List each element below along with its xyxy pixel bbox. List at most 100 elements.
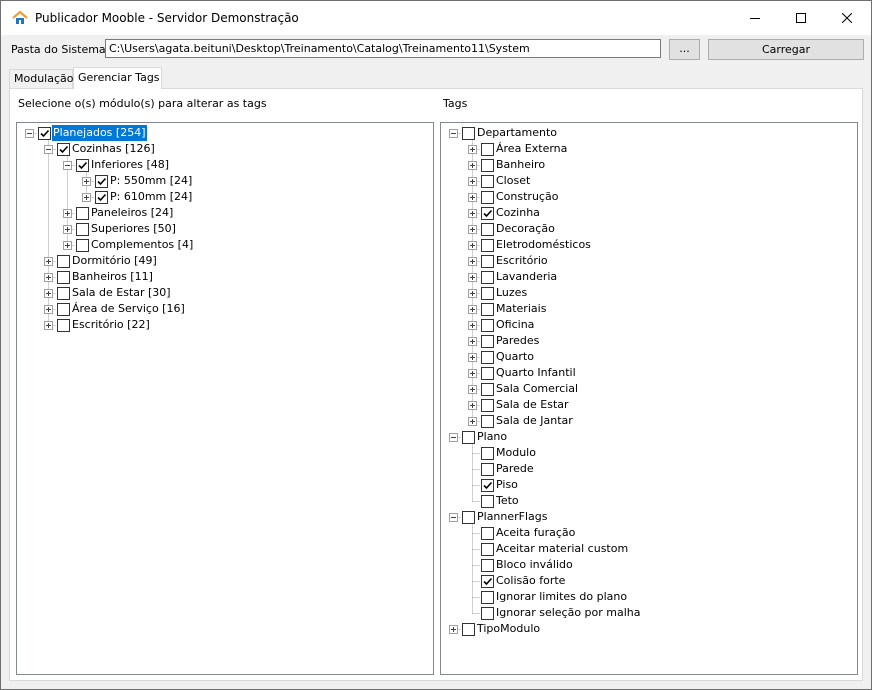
- tree-node-label[interactable]: Cozinhas [126]: [71, 141, 156, 157]
- checkbox[interactable]: [481, 543, 494, 556]
- tag-node-ignorar-limites-do-plano[interactable]: Ignorar limites do plano: [441, 589, 857, 605]
- tag-node-eletrodomesticos[interactable]: Eletrodomésticos: [441, 237, 857, 253]
- tree-node-label[interactable]: Quarto: [495, 349, 535, 365]
- module-node-cozinhas-126[interactable]: Cozinhas [126]: [17, 141, 433, 157]
- module-node-paneleiros-24[interactable]: Paneleiros [24]: [17, 205, 433, 221]
- checkbox[interactable]: [481, 255, 494, 268]
- checkbox[interactable]: [481, 383, 494, 396]
- expand-icon[interactable]: [44, 257, 53, 266]
- tag-node-escritorio[interactable]: Escritório: [441, 253, 857, 269]
- checkbox[interactable]: [481, 271, 494, 284]
- tag-node-lavanderia[interactable]: Lavanderia: [441, 269, 857, 285]
- module-node-banheiros-11[interactable]: Banheiros [11]: [17, 269, 433, 285]
- expand-icon[interactable]: [63, 225, 72, 234]
- checkbox[interactable]: [481, 591, 494, 604]
- tree-node-label[interactable]: P: 550mm [24]: [109, 173, 193, 189]
- tree-node-label[interactable]: Dormitório [49]: [71, 253, 158, 269]
- checkbox[interactable]: [57, 287, 70, 300]
- checkbox[interactable]: [462, 127, 475, 140]
- tag-node-aceitar-material-custom[interactable]: Aceitar material custom: [441, 541, 857, 557]
- tree-node-label[interactable]: Modulo: [495, 445, 537, 461]
- checkbox[interactable]: [76, 223, 89, 236]
- checkbox[interactable]: [481, 559, 494, 572]
- tree-node-label[interactable]: Oficina: [495, 317, 535, 333]
- expand-icon[interactable]: [468, 369, 477, 378]
- load-button[interactable]: Carregar: [708, 39, 864, 60]
- checkbox[interactable]: [481, 335, 494, 348]
- checkbox[interactable]: [481, 463, 494, 476]
- collapse-icon[interactable]: [449, 433, 458, 442]
- expand-icon[interactable]: [468, 257, 477, 266]
- expand-icon[interactable]: [468, 177, 477, 186]
- expand-icon[interactable]: [468, 209, 477, 218]
- module-node-inferiores-48[interactable]: Inferiores [48]: [17, 157, 433, 173]
- tree-node-label[interactable]: Sala de Estar [30]: [71, 285, 172, 301]
- tag-node-piso[interactable]: Piso: [441, 477, 857, 493]
- tag-node-cozinha[interactable]: Cozinha: [441, 205, 857, 221]
- expand-icon[interactable]: [82, 193, 91, 202]
- minimize-button[interactable]: [732, 1, 778, 35]
- tag-node-quarto-infantil[interactable]: Quarto Infantil: [441, 365, 857, 381]
- tag-node-sala-de-estar[interactable]: Sala de Estar: [441, 397, 857, 413]
- tree-node-label[interactable]: Paredes: [495, 333, 540, 349]
- tree-node-label[interactable]: Decoração: [495, 221, 556, 237]
- checkbox[interactable]: [481, 191, 494, 204]
- tag-node-plano[interactable]: Plano: [441, 429, 857, 445]
- tag-node-oficina[interactable]: Oficina: [441, 317, 857, 333]
- tag-node-luzes[interactable]: Luzes: [441, 285, 857, 301]
- checkbox[interactable]: [481, 143, 494, 156]
- module-node-sala-de-estar-30[interactable]: Sala de Estar [30]: [17, 285, 433, 301]
- tree-node-label[interactable]: Colisão forte: [495, 573, 566, 589]
- checkbox[interactable]: [481, 175, 494, 188]
- checkbox[interactable]: [57, 319, 70, 332]
- tag-node-modulo[interactable]: Modulo: [441, 445, 857, 461]
- module-node-superiores-50[interactable]: Superiores [50]: [17, 221, 433, 237]
- tag-node-construcao[interactable]: Construção: [441, 189, 857, 205]
- module-node-p-610mm-24[interactable]: P: 610mm [24]: [17, 189, 433, 205]
- checkbox-checked[interactable]: [95, 175, 108, 188]
- tree-node-label[interactable]: Aceitar material custom: [495, 541, 629, 557]
- expand-icon[interactable]: [468, 385, 477, 394]
- tag-node-decoracao[interactable]: Decoração: [441, 221, 857, 237]
- module-node-dormitorio-49[interactable]: Dormitório [49]: [17, 253, 433, 269]
- expand-icon[interactable]: [468, 161, 477, 170]
- checkbox[interactable]: [481, 223, 494, 236]
- tree-node-label[interactable]: Eletrodomésticos: [495, 237, 592, 253]
- checkbox[interactable]: [462, 431, 475, 444]
- collapse-icon[interactable]: [63, 161, 72, 170]
- tree-node-label[interactable]: Planejados [254]: [52, 125, 147, 141]
- tree-node-label[interactable]: P: 610mm [24]: [109, 189, 193, 205]
- checkbox-checked[interactable]: [57, 143, 70, 156]
- tag-node-banheiro[interactable]: Banheiro: [441, 157, 857, 173]
- expand-icon[interactable]: [44, 321, 53, 330]
- collapse-icon[interactable]: [449, 513, 458, 522]
- tag-node-materiais[interactable]: Materiais: [441, 301, 857, 317]
- tags-tree[interactable]: Departamento Área Externa Banheiro Closet Co…: [440, 122, 858, 675]
- module-node-p-550mm-24[interactable]: P: 550mm [24]: [17, 173, 433, 189]
- tree-node-label[interactable]: Ignorar seleção por malha: [495, 605, 642, 621]
- expand-icon[interactable]: [44, 289, 53, 298]
- tree-node-label[interactable]: Piso: [495, 477, 519, 493]
- collapse-icon[interactable]: [449, 129, 458, 138]
- expand-icon[interactable]: [468, 417, 477, 426]
- tree-node-label[interactable]: Luzes: [495, 285, 528, 301]
- module-node-planejados-254[interactable]: Planejados [254]: [17, 125, 433, 141]
- checkbox[interactable]: [57, 255, 70, 268]
- checkbox[interactable]: [57, 303, 70, 316]
- tag-node-tipomodulo[interactable]: TipoModulo: [441, 621, 857, 637]
- tree-node-label[interactable]: Sala Comercial: [495, 381, 579, 397]
- tree-node-label[interactable]: Sala de Jantar: [495, 413, 574, 429]
- checkbox[interactable]: [481, 367, 494, 380]
- expand-icon[interactable]: [63, 209, 72, 218]
- checkbox[interactable]: [481, 239, 494, 252]
- checkbox[interactable]: [481, 319, 494, 332]
- tree-node-label[interactable]: Closet: [495, 173, 531, 189]
- expand-icon[interactable]: [468, 289, 477, 298]
- checkbox-checked[interactable]: [95, 191, 108, 204]
- tag-node-parede[interactable]: Parede: [441, 461, 857, 477]
- tree-node-label[interactable]: Lavanderia: [495, 269, 558, 285]
- checkbox[interactable]: [481, 287, 494, 300]
- expand-icon[interactable]: [44, 305, 53, 314]
- checkbox[interactable]: [481, 303, 494, 316]
- tree-node-label[interactable]: Departamento: [476, 125, 558, 141]
